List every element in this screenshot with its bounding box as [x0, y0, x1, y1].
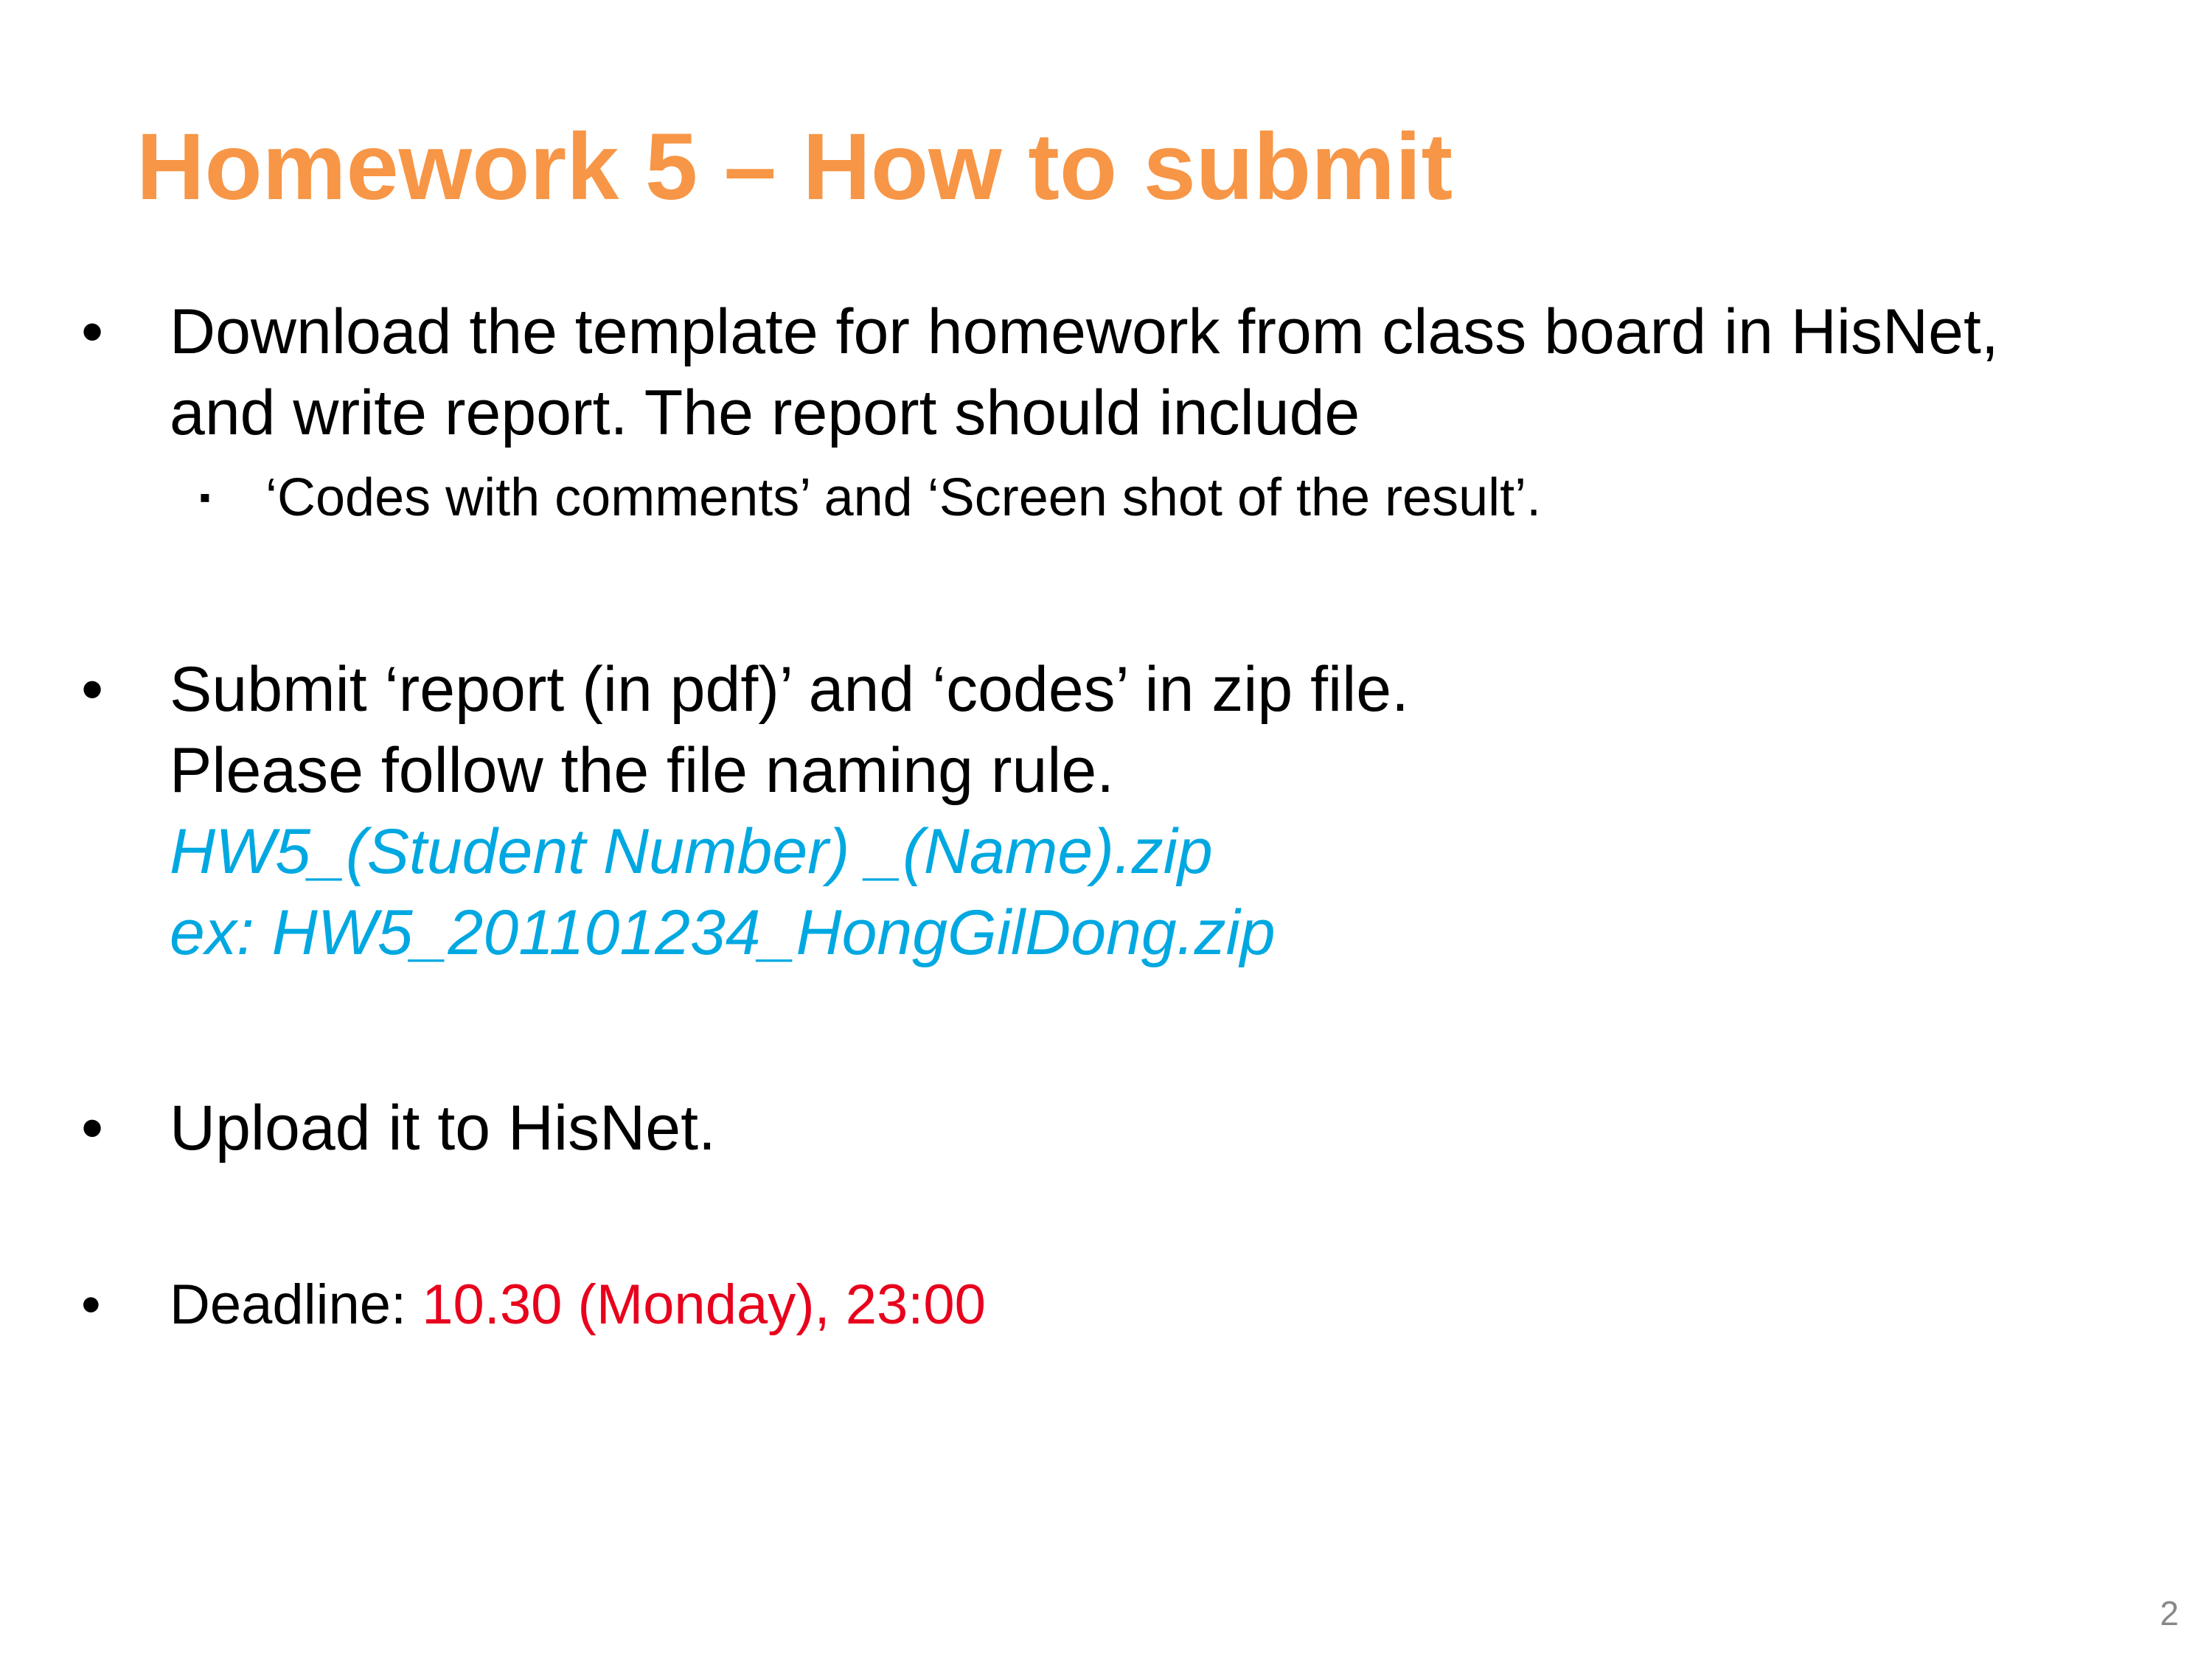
bullet-deadline: • Deadline: 10.30 (Monday), 23:00 [81, 1265, 2183, 1346]
slide-title: Homework 5 – How to submit [136, 114, 1453, 220]
bullet-marker: • [81, 296, 104, 367]
square-bullet-icon: ▪ [199, 479, 211, 515]
filename-rule: HW5_(Student Number) _(Name).zip [170, 816, 1213, 887]
bullet-marker: • [81, 1273, 101, 1336]
bullet-upload: • Upload it to HisNet. [81, 1088, 2183, 1169]
deadline-value: 10.30 (Monday), 23:00 [422, 1273, 986, 1336]
bullet-marker: • [81, 654, 104, 725]
bullet-line: Upload it to HisNet. [170, 1093, 716, 1164]
bullet-submit-zip: • Submit ‘report (in pdf)’ and ‘codes’ i… [81, 649, 2183, 973]
bullet-line: Please follow the file naming rule. [170, 735, 1115, 806]
slide: Homework 5 – How to submit • Download th… [0, 0, 2212, 1659]
filename-example: ex: HW5_201101234_HongGilDong.zip [170, 897, 1276, 968]
page-number: 2 [2160, 1594, 2179, 1632]
bullet-marker: • [81, 1093, 104, 1164]
deadline-label: Deadline: [170, 1273, 422, 1336]
bullet-line: Download the template for homework from … [170, 296, 1999, 367]
bullet-download-template: • Download the template for homework fro… [81, 291, 2183, 535]
bullet-line: Submit ‘report (in pdf)’ and ‘codes’ in … [170, 654, 1409, 725]
sub-bullet-text: ‘Codes with comments’ and ‘Screen shot o… [265, 468, 1542, 527]
bullet-line: and write report. The report should incl… [170, 378, 1360, 448]
sub-bullet-report-contents: ▪ ‘Codes with comments’ and ‘Screen shot… [199, 461, 2183, 535]
